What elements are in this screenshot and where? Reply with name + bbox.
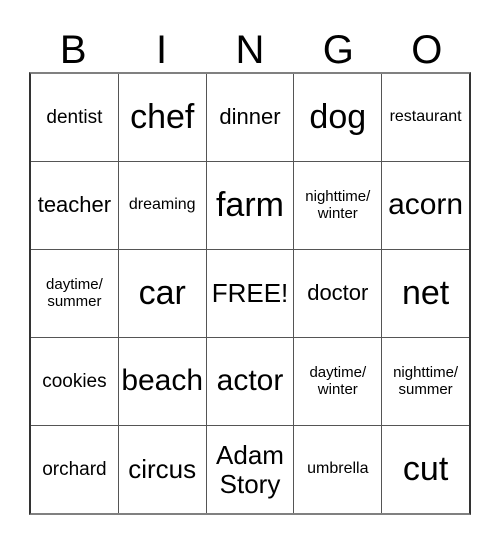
bingo-header-letter-g: G bbox=[322, 28, 354, 72]
bingo-cell-label: chef bbox=[130, 98, 195, 137]
bingo-cell-label: circus bbox=[128, 454, 197, 485]
bingo-cell-label: dinner bbox=[219, 104, 281, 130]
bingo-cell[interactable]: cut bbox=[381, 426, 469, 513]
bingo-header-letter-o: O bbox=[411, 28, 443, 72]
bingo-cell[interactable]: daytime/ winter bbox=[293, 338, 382, 425]
bingo-cell[interactable]: restaurant bbox=[381, 74, 469, 161]
bingo-cell-label: nighttime/ summer bbox=[393, 363, 459, 398]
bingo-cell-label: car bbox=[138, 274, 186, 313]
bingo-cell-label: restaurant bbox=[389, 108, 462, 126]
bingo-header-letter-n: N bbox=[235, 28, 265, 72]
bingo-cell-label: doctor bbox=[307, 280, 369, 306]
bingo-cell[interactable]: dentist bbox=[31, 74, 118, 161]
bingo-cell[interactable]: chef bbox=[117, 74, 206, 161]
bingo-cell-label: teacher bbox=[37, 192, 112, 218]
bingo-cell-label: nighttime/ winter bbox=[305, 187, 371, 222]
bingo-cell-label: acorn bbox=[388, 188, 464, 222]
bingo-cell-label: orchard bbox=[42, 458, 107, 480]
bingo-cell-label: net bbox=[401, 274, 450, 313]
bingo-cell[interactable]: umbrella bbox=[293, 426, 382, 513]
bingo-cell-label: dreaming bbox=[128, 196, 196, 214]
bingo-row: daytime/ summer car FREE! doctor net bbox=[31, 249, 469, 337]
bingo-cell[interactable]: dinner bbox=[205, 74, 294, 161]
bingo-cell-label: Adam Story bbox=[216, 440, 284, 499]
bingo-header-row: B I N G O bbox=[29, 14, 471, 72]
bingo-header-letter-b: B bbox=[59, 28, 87, 72]
bingo-free-space-label: FREE! bbox=[211, 278, 289, 309]
bingo-cell-label: daytime/ winter bbox=[309, 363, 367, 398]
bingo-cell-label: dentist bbox=[46, 106, 103, 128]
bingo-cell-label: farm bbox=[215, 186, 284, 225]
bingo-cell[interactable]: nighttime/ winter bbox=[293, 162, 382, 249]
bingo-cell[interactable]: net bbox=[381, 250, 469, 337]
bingo-cell[interactable]: orchard bbox=[31, 426, 118, 513]
bingo-row: orchard circus Adam Story umbrella cut bbox=[31, 425, 469, 513]
bingo-cell[interactable]: daytime/ summer bbox=[31, 250, 118, 337]
bingo-cell[interactable]: actor bbox=[205, 338, 294, 425]
bingo-cell[interactable]: Adam Story bbox=[205, 426, 294, 513]
bingo-row: cookies beach actor daytime/ winter nigh… bbox=[31, 337, 469, 425]
bingo-grid: dentist chef dinner dog restaurant teach… bbox=[29, 72, 471, 515]
bingo-free-space[interactable]: FREE! bbox=[205, 250, 294, 337]
bingo-cell-label: beach bbox=[121, 364, 204, 398]
bingo-row: dentist chef dinner dog restaurant bbox=[31, 74, 469, 161]
bingo-cell[interactable]: farm bbox=[205, 162, 294, 249]
bingo-cell-label: cookies bbox=[42, 370, 107, 392]
bingo-header-letter-i: I bbox=[156, 28, 168, 72]
bingo-row: teacher dreaming farm nighttime/ winter … bbox=[31, 161, 469, 249]
bingo-cell[interactable]: beach bbox=[117, 338, 206, 425]
bingo-card: B I N G O dentist chef dinner dog restau… bbox=[29, 14, 471, 515]
bingo-cell-label: cut bbox=[402, 450, 449, 489]
bingo-cell[interactable]: cookies bbox=[31, 338, 118, 425]
bingo-cell-label: dog bbox=[309, 98, 367, 137]
bingo-cell[interactable]: dog bbox=[293, 74, 382, 161]
bingo-cell[interactable]: car bbox=[117, 250, 206, 337]
bingo-cell-label: daytime/ summer bbox=[46, 275, 103, 310]
bingo-cell[interactable]: circus bbox=[117, 426, 206, 513]
bingo-cell[interactable]: teacher bbox=[31, 162, 118, 249]
bingo-cell[interactable]: doctor bbox=[293, 250, 382, 337]
bingo-cell-label: umbrella bbox=[307, 460, 369, 478]
bingo-cell[interactable]: nighttime/ summer bbox=[381, 338, 469, 425]
bingo-cell-label: actor bbox=[216, 364, 284, 398]
bingo-cell[interactable]: dreaming bbox=[117, 162, 206, 249]
bingo-cell[interactable]: acorn bbox=[381, 162, 469, 249]
